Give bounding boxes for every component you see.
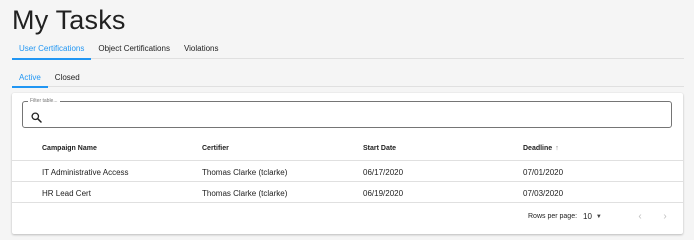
certification-tabs: User Certifications Object Certification… [12, 40, 684, 60]
filter-input[interactable] [47, 108, 647, 122]
previous-page-button[interactable]: ‹ [633, 210, 647, 224]
table-header: Campaign Name Certifier Start Date Deadl… [12, 137, 683, 161]
cell-campaign-name: HR Lead Cert [42, 189, 91, 198]
table-row[interactable]: HR Lead Cert Thomas Clarke (tclarke) 06/… [12, 183, 683, 203]
tab-violations[interactable]: Violations [177, 40, 226, 59]
cell-campaign-name: IT Administrative Access [42, 168, 129, 177]
tasks-table-card: Filter table... Campaign Name Certifier … [12, 93, 683, 234]
tab-object-certifications[interactable]: Object Certifications [91, 40, 177, 59]
sort-ascending-icon: ↑ [555, 145, 559, 152]
rows-per-page-value: 10 [583, 212, 592, 221]
cell-start-date: 06/17/2020 [363, 168, 404, 177]
rows-per-page-select[interactable]: 10 ▼ [583, 212, 602, 221]
rows-per-page-label: Rows per page: [528, 213, 578, 220]
filter-label: Filter table... [28, 98, 60, 105]
search-icon [31, 110, 42, 123]
table-row[interactable]: IT Administrative Access Thomas Clarke (… [12, 162, 683, 182]
cell-certifier: Thomas Clarke (tclarke) [202, 189, 288, 198]
filter-field[interactable]: Filter table... [22, 98, 672, 128]
tab-active[interactable]: Active [12, 69, 48, 88]
column-header-campaign-name[interactable]: Campaign Name [42, 145, 97, 152]
cell-certifier: Thomas Clarke (tclarke) [202, 168, 288, 177]
cell-start-date: 06/19/2020 [363, 189, 404, 198]
next-page-button[interactable]: › [658, 210, 672, 224]
cell-deadline: 07/03/2020 [523, 189, 564, 198]
caret-down-icon: ▼ [595, 213, 602, 220]
page-title: My Tasks [12, 5, 126, 35]
column-header-deadline-label: Deadline [523, 145, 553, 152]
column-header-start-date[interactable]: Start Date [363, 145, 396, 152]
column-header-deadline[interactable]: Deadline ↑ [523, 145, 559, 152]
column-header-certifier[interactable]: Certifier [202, 145, 229, 152]
tab-user-certifications[interactable]: User Certifications [12, 40, 92, 60]
tab-closed[interactable]: Closed [48, 69, 87, 87]
pagination: Rows per page: 10 ▼ ‹ › [12, 203, 683, 231]
cell-deadline: 07/01/2020 [523, 168, 564, 177]
status-tabs: Active Closed [12, 69, 684, 88]
